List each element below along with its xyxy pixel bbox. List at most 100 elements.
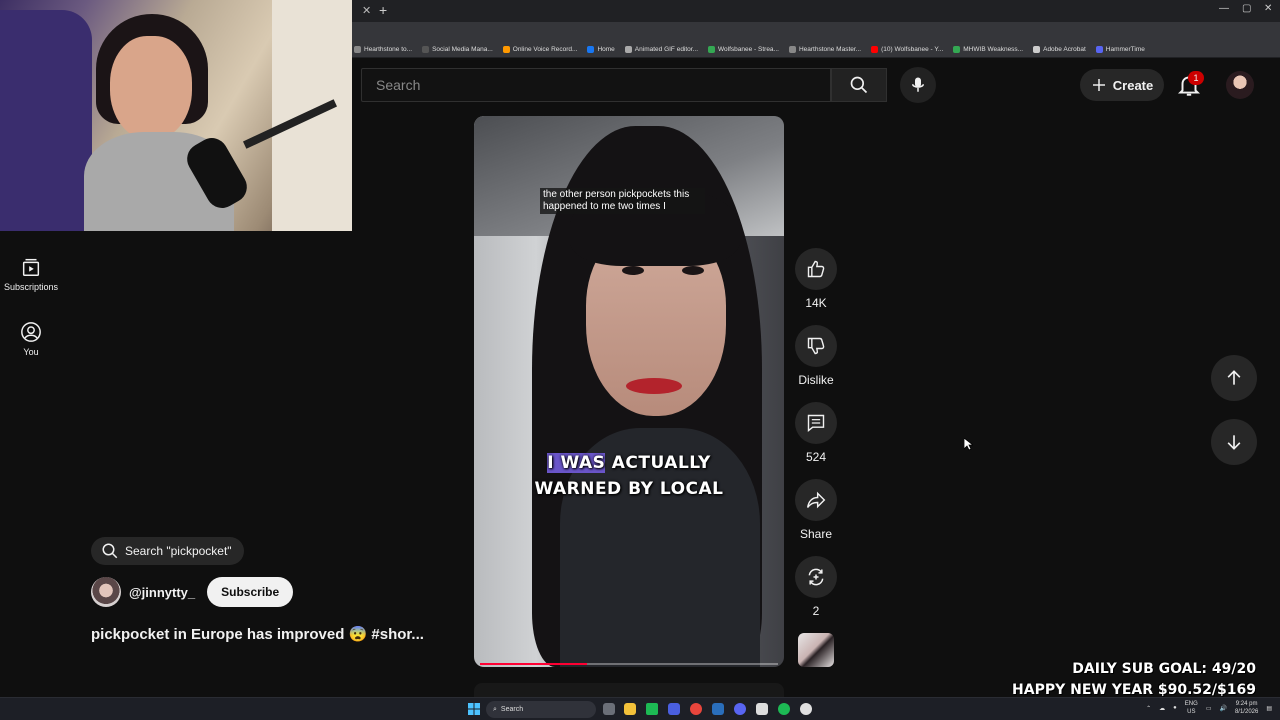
app-icon[interactable]: [756, 703, 768, 715]
windows-start-icon[interactable]: [468, 703, 480, 715]
bookmark-label: Home: [597, 45, 615, 53]
bookmark-item[interactable]: Online Voice Record...: [502, 45, 578, 53]
file-explorer-icon[interactable]: [624, 703, 636, 715]
video-title[interactable]: pickpocket in Europe has improved 😨 #sho…: [91, 625, 424, 643]
notification-center-icon[interactable]: ▤: [1266, 705, 1272, 712]
bookmark-favicon-icon: [587, 45, 595, 53]
clock-date: 8/1/2026: [1234, 709, 1259, 715]
bookmark-item[interactable]: Adobe Acrobat: [1033, 45, 1086, 53]
share-label: Share: [799, 527, 833, 541]
bookmark-item[interactable]: Animated GIF editor...: [624, 45, 698, 53]
bookmark-item[interactable]: Social Media Mana...: [422, 45, 493, 53]
short-video-player[interactable]: the other person pickpockets this happen…: [474, 116, 784, 667]
notification-badge: 1: [1188, 71, 1204, 85]
clock[interactable]: 9:24 pm 8/1/2026: [1235, 700, 1258, 716]
previous-video-button[interactable]: [1211, 355, 1257, 401]
taskbar-search-label: Search: [500, 706, 524, 713]
chrome-icon[interactable]: [690, 703, 702, 715]
task-view-icon[interactable]: [603, 703, 615, 715]
bookmark-item[interactable]: HammerTime: [1095, 45, 1145, 53]
address-bar[interactable]: [352, 22, 1280, 56]
bookmark-favicon-icon: [871, 45, 879, 53]
dislike-button[interactable]: Dislike: [786, 325, 846, 387]
sidebar-item-label: Subscriptions: [3, 282, 59, 292]
clock-time: 9:24 pm: [1235, 701, 1258, 707]
zoom-app-icon[interactable]: [668, 703, 680, 715]
bookmark-item[interactable]: MHWIB Weakness...: [953, 45, 1023, 53]
window-close-icon[interactable]: ✕: [1264, 3, 1272, 14]
share-icon: [806, 491, 826, 509]
microphone-icon: [912, 77, 924, 92]
windows-taskbar: ⌕ Search ⌃ ☁ ● ENG US ▭ 🔊 9:24 pm 8/1/20…: [0, 697, 1280, 720]
remix-button[interactable]: 2: [793, 556, 839, 618]
bookmark-favicon-icon: [1033, 45, 1041, 53]
language-code: ENG: [1184, 701, 1198, 707]
bookmark-favicon-icon: [708, 45, 716, 53]
search-placeholder: Search: [376, 77, 421, 93]
sidebar-item-label: You: [23, 347, 39, 357]
arrow-up-icon: [1227, 370, 1241, 385]
new-tab-icon[interactable]: +: [379, 2, 387, 18]
subscribe-button[interactable]: Subscribe: [207, 577, 294, 607]
bookmark-label: (10) Wolfsbanee - Y...: [881, 45, 944, 53]
search-button[interactable]: [831, 68, 887, 102]
video-text-overlay: I WAS ACTUALLY WARNED BY LOCAL: [474, 450, 784, 502]
create-button[interactable]: Create: [1080, 69, 1164, 101]
new-year-goal-text: HAPPY NEW YEAR $90.52/$169: [1012, 682, 1256, 698]
avatar[interactable]: [1226, 71, 1254, 99]
mouse-cursor-icon: [964, 438, 973, 451]
bookmarks-bar: Hearthstone to... Social Media Mana... Onl…: [352, 41, 1280, 58]
sound-thumbnail[interactable]: [798, 633, 834, 667]
search-icon: [850, 76, 868, 94]
minimize-icon[interactable]: —: [1219, 3, 1229, 14]
bookmark-item[interactable]: Hearthstone to...: [354, 45, 412, 53]
sidebar-item-you[interactable]: You: [0, 321, 62, 357]
video-subtitle: the other person pickpockets this happen…: [540, 188, 705, 214]
channel-name[interactable]: @jinnytty_: [129, 585, 195, 600]
channel-avatar[interactable]: [91, 577, 121, 607]
share-button[interactable]: Share: [786, 479, 846, 541]
comment-icon: [807, 414, 825, 432]
sidebar-item-subscriptions[interactable]: Subscriptions: [0, 256, 62, 292]
monitor-icon[interactable]: ▭: [1206, 705, 1212, 712]
obs-icon[interactable]: [800, 703, 812, 715]
spotify-icon[interactable]: [778, 703, 790, 715]
video-progress-bar[interactable]: [480, 663, 778, 665]
bookmark-item[interactable]: (10) Wolfsbanee - Y...: [871, 45, 944, 53]
bookmark-favicon-icon: [953, 45, 961, 53]
chevron-up-icon[interactable]: ⌃: [1146, 705, 1151, 712]
bookmark-item[interactable]: Home: [587, 45, 615, 53]
discord-icon[interactable]: [734, 703, 746, 715]
cloud-icon[interactable]: ☁: [1159, 705, 1165, 712]
search-input[interactable]: Search: [361, 68, 831, 102]
like-button[interactable]: 14K: [793, 248, 839, 310]
channel-row: @jinnytty_ Subscribe: [91, 577, 294, 607]
search-suggestion-chip[interactable]: Search "pickpocket": [91, 537, 244, 565]
search-icon: ⌕: [493, 705, 497, 713]
comments-button[interactable]: 524: [793, 402, 839, 464]
bookmark-label: Online Voice Record...: [512, 45, 578, 53]
tab-close-icon[interactable]: ✕: [362, 4, 371, 17]
next-video-button[interactable]: [1211, 419, 1257, 465]
bookmark-item[interactable]: Hearthstone Master...: [788, 45, 862, 53]
volume-icon[interactable]: 🔊: [1219, 705, 1226, 712]
language-indicator[interactable]: ENG US: [1185, 700, 1198, 716]
voice-search-button[interactable]: [900, 67, 936, 103]
bookmark-item[interactable]: Wolfsbanee - Strea...: [708, 45, 779, 53]
bookmark-label: Hearthstone Master...: [798, 45, 862, 53]
app-icon[interactable]: [646, 703, 658, 715]
app-tray-icon[interactable]: ●: [1173, 705, 1177, 711]
bookmark-favicon-icon: [788, 45, 796, 53]
maximize-icon[interactable]: ▢: [1242, 3, 1251, 14]
bookmark-favicon-icon: [422, 45, 430, 53]
bookmark-label: Adobe Acrobat: [1043, 45, 1086, 53]
taskbar-search[interactable]: ⌕ Search: [486, 701, 596, 718]
bookmark-label: HammerTime: [1105, 45, 1145, 53]
like-count: 14K: [805, 296, 827, 310]
bookmark-label: Wolfsbanee - Strea...: [718, 45, 779, 53]
overlay-text: WARNED BY LOCAL: [534, 479, 724, 499]
arrow-down-icon: [1227, 435, 1241, 450]
remix-icon: [808, 568, 824, 586]
steam-icon[interactable]: [712, 703, 724, 715]
video-progress-fill: [480, 663, 588, 665]
